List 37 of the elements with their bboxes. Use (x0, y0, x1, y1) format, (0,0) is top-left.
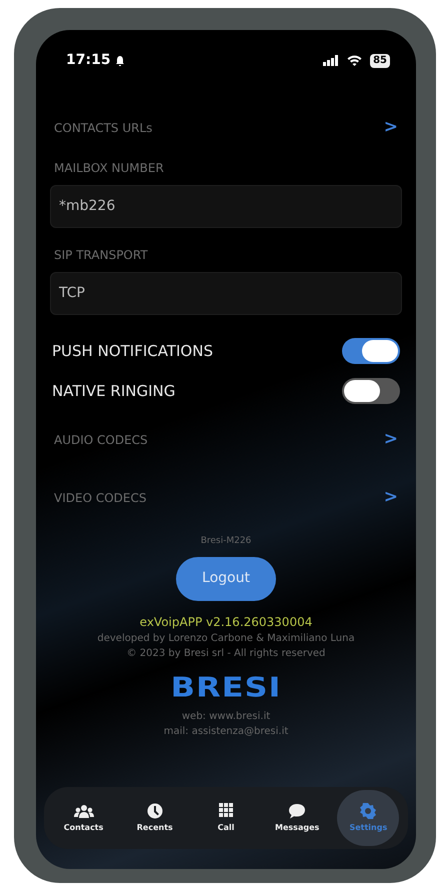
field-label: SIP TRANSPORT (53, 247, 149, 264)
toggle-switch[interactable] (342, 378, 400, 404)
people-icon (74, 802, 94, 818)
email-text: mail: assistenza@bresi.it (162, 724, 290, 738)
clock-icon (144, 802, 165, 818)
settings-link-row[interactable]: CONTACTS URLs > (50, 99, 402, 157)
company-logo: BRESI (170, 672, 282, 700)
settings-link-row[interactable]: VIDEO CODECS > (50, 469, 402, 527)
chat-bubble-icon (287, 802, 308, 818)
chevron-text: > (384, 428, 398, 452)
bell-icon (114, 54, 125, 66)
account-name: Bresi-M226 (200, 535, 252, 548)
settings-link-row[interactable]: AUDIO CODECS > (50, 411, 402, 469)
input-field[interactable]: *mb226 (50, 185, 402, 228)
settings-label: VIDEO CODECS (54, 490, 146, 507)
tab[interactable]: Messages (266, 790, 328, 846)
settings-icon (358, 802, 378, 818)
settings-label: CONTACTS URLs (54, 120, 152, 137)
copyright-text: © 2023 by Bresi srl - All rights reserved (126, 646, 326, 660)
field-label: MAILBOX NUMBER (53, 160, 165, 177)
toggle-switch[interactable] (342, 338, 400, 364)
status-time: 17:15 (66, 51, 111, 70)
tab[interactable]: Contacts (52, 790, 115, 846)
chevron-text: > (384, 486, 398, 510)
website-text: web: www.bresi.it (180, 710, 272, 724)
input-field[interactable]: TCP (50, 272, 402, 315)
chevron-text: > (384, 116, 398, 140)
tab[interactable]: Recents (124, 790, 186, 846)
version-text: exVoipAPP v2.16.260330004 (138, 614, 314, 630)
signal-icon (323, 55, 340, 66)
settings-label: AUDIO CODECS (54, 432, 148, 449)
battery-indicator: 85 (370, 54, 390, 68)
toggle-label: NATIVE RINGING (52, 380, 176, 402)
wifi-icon (347, 55, 362, 66)
developer-credits: developed by Lorenzo Carbone & Maximiliano Luna (96, 632, 356, 646)
toggle-label: PUSH NOTIFICATIONS (52, 340, 213, 362)
tab[interactable]: Call (194, 790, 257, 846)
